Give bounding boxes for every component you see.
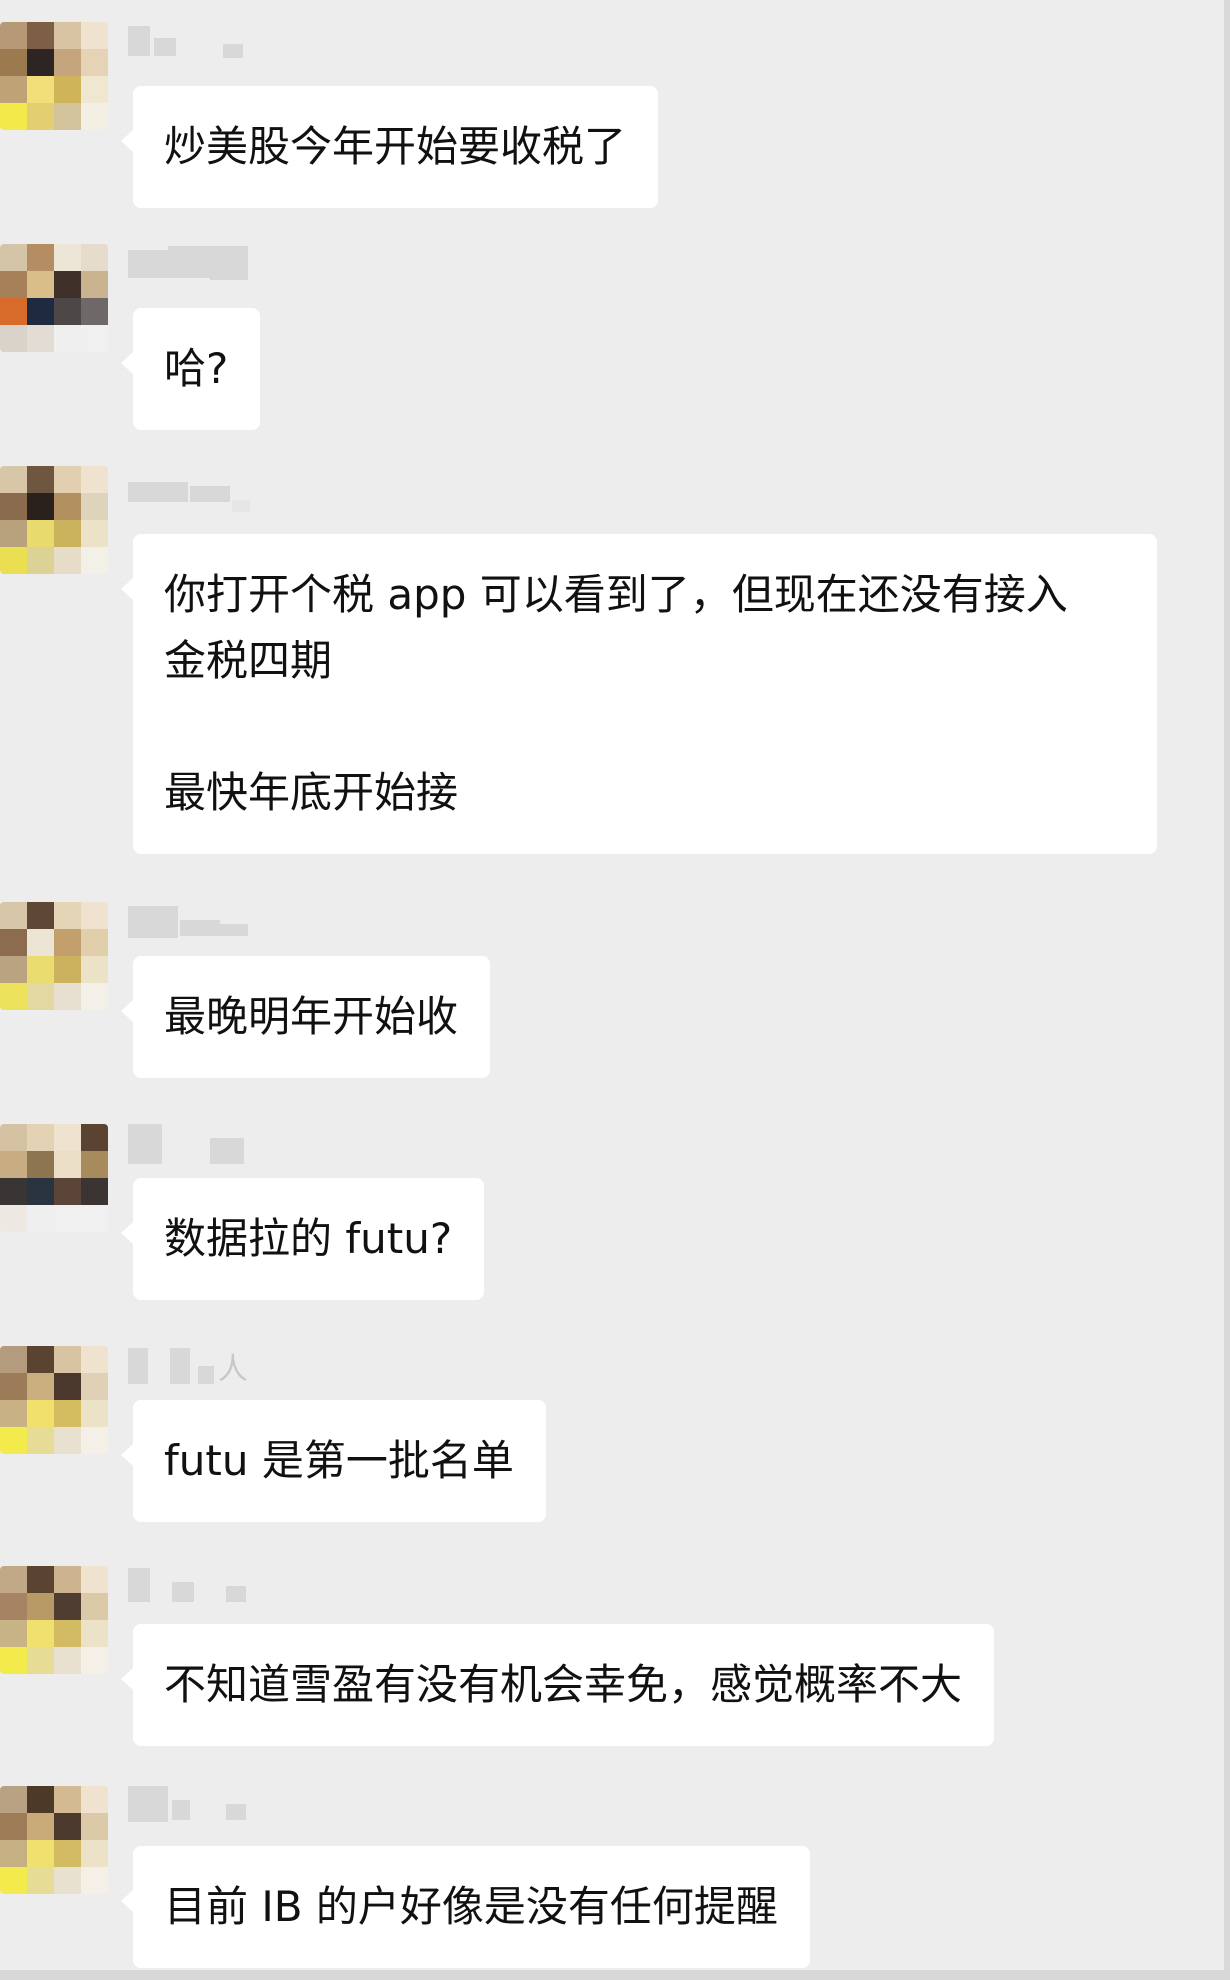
sender-name-blurred	[128, 246, 258, 286]
avatar[interactable]	[0, 1124, 108, 1232]
avatar[interactable]	[0, 1346, 108, 1454]
sender-name-blurred	[128, 906, 258, 946]
sender-name: 人	[218, 1352, 248, 1387]
avatar[interactable]	[0, 1786, 108, 1894]
pixelated-avatar-icon	[0, 1124, 108, 1232]
message-bubble[interactable]: futu 是第一批名单	[121, 1400, 546, 1522]
sender-name-blurred: 人	[128, 1348, 258, 1388]
avatar[interactable]	[0, 244, 108, 352]
message-bubble[interactable]: 不知道雪盈有没有机会幸免，感觉概率不大	[120, 1624, 995, 1746]
message-bubble[interactable]: 炒美股今年开始要收税了	[120, 86, 659, 208]
bottom-bar	[0, 1970, 1230, 1980]
pixelated-avatar-icon	[0, 1566, 108, 1674]
sender-name-blurred	[128, 1786, 258, 1826]
avatar[interactable]	[0, 902, 108, 1010]
pixelated-avatar-icon	[0, 244, 108, 352]
pixelated-avatar-icon	[0, 466, 108, 574]
message-bubble[interactable]: 数据拉的 futu?	[120, 1178, 485, 1300]
pixelated-avatar-icon	[0, 22, 108, 130]
pixelated-avatar-icon	[0, 1786, 108, 1894]
avatar[interactable]	[0, 1566, 108, 1674]
avatar[interactable]	[0, 466, 108, 574]
sender-name-blurred	[128, 1124, 258, 1164]
pixelated-avatar-icon	[0, 902, 108, 1010]
message-bubble[interactable]: 你打开个税 app 可以看到了，但现在还没有接入 金税四期 最快年底开始接	[121, 534, 1157, 854]
right-edge-divider	[1224, 0, 1230, 1980]
chat-thread: 炒美股今年开始要收税了 哈? 你打开个税 app 可以看到了，但现在还没有接入 …	[0, 0, 1230, 1980]
sender-name-blurred	[128, 26, 258, 66]
sender-name-blurred	[128, 482, 258, 522]
message-bubble[interactable]: 最晚明年开始收	[120, 956, 491, 1078]
message-bubble[interactable]: 目前 IB 的户好像是没有任何提醒	[121, 1846, 810, 1968]
sender-name-blurred	[128, 1568, 258, 1608]
message-bubble[interactable]: 哈?	[120, 308, 261, 430]
pixelated-avatar-icon	[0, 1346, 108, 1454]
avatar[interactable]	[0, 22, 108, 130]
